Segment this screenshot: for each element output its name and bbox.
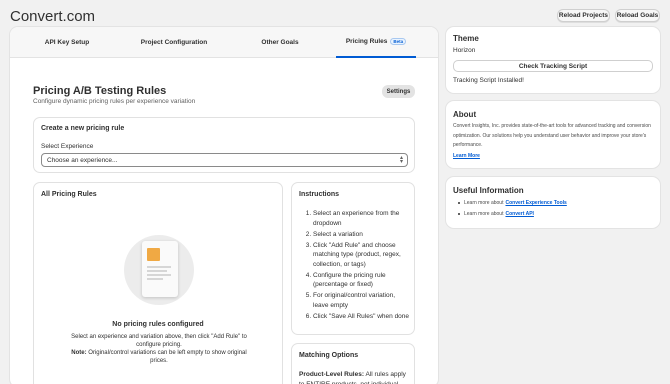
instruction-step: Select a variation (313, 230, 411, 240)
theme-title: Theme (453, 34, 479, 43)
instructions-list: Select an experience from the dropdown S… (313, 209, 411, 323)
learn-more-link[interactable]: Learn More (453, 153, 480, 159)
matching-options-title: Matching Options (299, 352, 359, 359)
instruction-step: Select an experience from the dropdown (313, 209, 411, 228)
bullet-icon (458, 213, 460, 215)
empty-state-description: Select an experience and variation above… (71, 334, 247, 348)
tab-label: Project Configuration (140, 39, 208, 46)
tab-pricing-rules[interactable]: Pricing Rules Beta (336, 27, 416, 58)
tab-project-configuration[interactable]: Project Configuration (124, 27, 224, 58)
document-icon (142, 241, 178, 297)
tab-other-goals[interactable]: Other Goals (224, 27, 336, 58)
check-tracking-script-button[interactable]: Check Tracking Script (453, 60, 653, 72)
theme-name: Horizon (453, 47, 476, 54)
main-panel: API Key Setup Project Configuration Othe… (10, 27, 438, 384)
pricing-rules-title: All Pricing Rules (41, 191, 97, 198)
create-rule-card: Create a new pricing rule Select Experie… (33, 117, 415, 173)
matching-bold-label: Product-Level Rules: (299, 371, 365, 378)
convert-api-link[interactable]: Convert API (505, 211, 533, 217)
note-text: Original/control variations can be left … (88, 350, 247, 364)
empty-state-illustration (124, 235, 194, 305)
tab-label: Other Goals (261, 39, 299, 46)
beta-badge: Beta (390, 38, 407, 45)
instructions-title: Instructions (299, 191, 340, 198)
reload-goals-button[interactable]: Reload Goals (615, 9, 660, 22)
convert-experience-tools-link[interactable]: Convert Experience Tools (505, 200, 566, 206)
doc-line (147, 278, 163, 280)
reload-projects-button[interactable]: Reload Projects (557, 9, 610, 22)
about-title: About (453, 110, 477, 119)
select-chevron-icon: ▴ ▾ (399, 155, 403, 165)
theme-card: Theme Horizon Check Tracking Script Trac… (446, 27, 660, 93)
note-label: Note: (71, 350, 87, 356)
doc-line (147, 274, 171, 276)
tab-label: API Key Setup (44, 39, 90, 46)
image-placeholder-icon (147, 248, 160, 261)
bullet-icon (458, 202, 460, 204)
tracking-status-text: Tracking Script Installed! (453, 77, 524, 84)
tab-label: Pricing Rules (345, 38, 388, 45)
app-title: Convert.com (10, 8, 96, 25)
experience-select-value: Choose an experience... (47, 156, 118, 164)
about-card: About Convert Insights, Inc. provides st… (446, 101, 660, 168)
info-list-item: Learn more about Convert Experience Tool… (458, 200, 567, 206)
about-text: Convert Insights, Inc. provides state-of… (453, 123, 651, 148)
doc-line (147, 266, 171, 268)
info-prefix: Learn more about (464, 200, 504, 206)
info-list-item: Learn more about Convert API (458, 211, 534, 217)
tab-api-key-setup[interactable]: API Key Setup (10, 27, 124, 58)
instruction-step: For original/control variation, leave em… (313, 291, 411, 310)
instruction-step: Configure the pricing rule (percentage o… (313, 271, 411, 290)
instruction-step: Click "Save All Rules" when done (313, 312, 411, 322)
page-subtitle: Configure dynamic pricing rules per expe… (33, 98, 196, 105)
instruction-step: Click "Add Rule" and choose matching typ… (313, 241, 411, 270)
settings-button[interactable]: Settings (382, 85, 415, 98)
create-rule-title: Create a new pricing rule (41, 125, 125, 132)
info-prefix: Learn more about (464, 211, 504, 217)
matching-options-card: Matching Options Product-Level Rules: Al… (291, 343, 415, 384)
empty-state-title: No pricing rules configured (112, 321, 204, 328)
select-experience-label: Select Experience (41, 143, 94, 150)
useful-information-title: Useful Information (453, 186, 524, 195)
doc-line (147, 270, 167, 272)
instructions-card: Instructions Select an experience from t… (291, 182, 415, 335)
experience-select[interactable]: Choose an experience... ▴ ▾ (41, 153, 408, 167)
useful-information-card: Useful Information Learn more about Conv… (446, 177, 660, 228)
empty-state-note: Note: Original/control variations can be… (64, 349, 254, 365)
page-title: Pricing A/B Testing Rules (33, 85, 167, 97)
matching-options-text: Product-Level Rules: All rules apply to … (299, 370, 411, 384)
pricing-rules-card: All Pricing Rules No pricing rules confi… (33, 182, 283, 384)
tab-bar: API Key Setup Project Configuration Othe… (10, 27, 438, 58)
